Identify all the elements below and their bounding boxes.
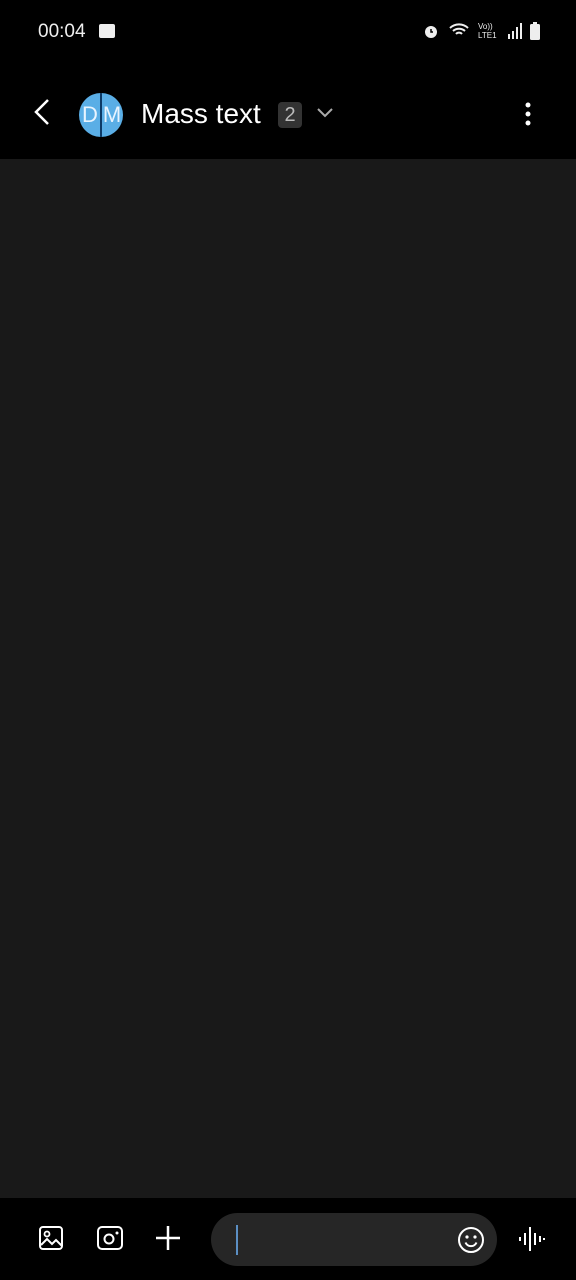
camera-icon[interactable] bbox=[96, 1225, 124, 1251]
voice-record-icon[interactable] bbox=[518, 1225, 546, 1253]
add-icon[interactable] bbox=[155, 1225, 181, 1251]
conversation-title[interactable]: Mass text bbox=[141, 98, 261, 130]
recipient-count-badge: 2 bbox=[278, 102, 302, 128]
gallery-notification-icon bbox=[99, 24, 115, 38]
battery-icon bbox=[530, 22, 540, 40]
network-type: Vo)) LTE1 bbox=[478, 22, 497, 40]
group-avatar[interactable]: D M bbox=[79, 93, 123, 137]
signal-icon bbox=[508, 23, 522, 39]
composer-bar bbox=[0, 1198, 576, 1280]
status-time: 00:04 bbox=[38, 21, 86, 42]
message-list[interactable] bbox=[0, 159, 576, 1198]
text-cursor bbox=[236, 1225, 238, 1255]
back-button[interactable] bbox=[30, 97, 52, 127]
emoji-icon[interactable] bbox=[457, 1226, 485, 1254]
message-input[interactable] bbox=[211, 1213, 497, 1266]
avatar-initial-2: M bbox=[102, 102, 122, 127]
more-options-icon[interactable] bbox=[520, 102, 536, 128]
alarm-icon bbox=[425, 26, 437, 38]
status-bar: 00:04 Vo)) LTE1 bbox=[0, 0, 576, 64]
avatar-initial-1: D bbox=[82, 102, 98, 127]
gallery-icon[interactable] bbox=[38, 1225, 64, 1251]
wifi-icon bbox=[449, 23, 469, 35]
chevron-down-icon[interactable] bbox=[317, 108, 333, 118]
conversation-header: D M Mass text 2 bbox=[0, 64, 576, 159]
